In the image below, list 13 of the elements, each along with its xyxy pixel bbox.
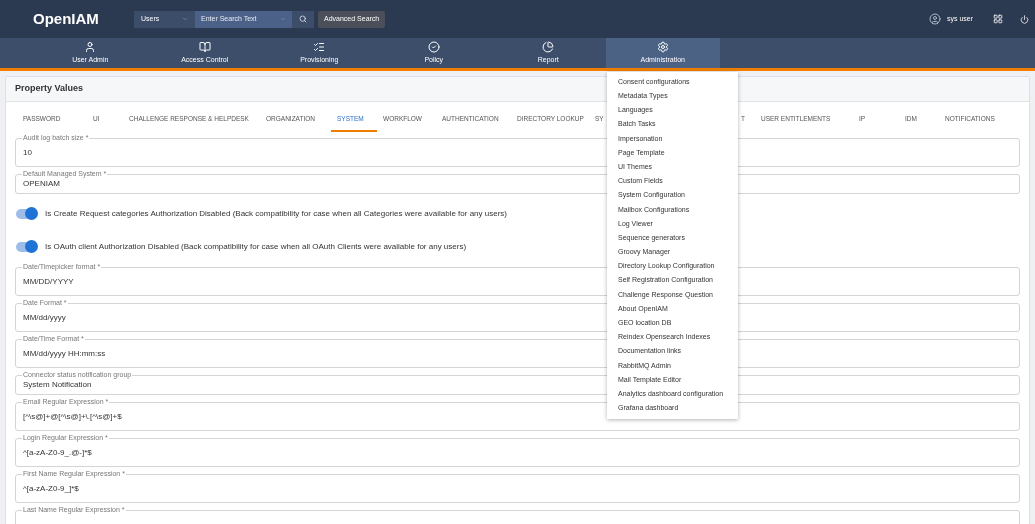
field-value: System Notification [23,379,92,391]
field-value: ^[a-zA-Z0-9_.@-]*$ [23,446,92,459]
field-value: MM/DD/YYYY [23,275,74,288]
toggle-label: Is Create Request categories Authorization Disabled (Back compatibility for case when all Categories were available for any users) [45,208,507,220]
field-value: 10 [23,146,32,159]
field-value: OPENIAM [23,178,60,190]
panel-title: Property Values [15,82,84,96]
field-value: MM/dd/yyyy [23,311,66,324]
field-value: ^[a-zA-Z0-9_]*$ [23,482,79,495]
logo: OpenIAM [33,8,100,29]
field-value: [^\s@]+@[^\s@]+\.[^\s@]+$ [23,410,122,423]
toggle-label: Is OAuth client Authorization Disabled (Back compatibility for case when all OAuth Clients were available for any users) [45,241,467,253]
field-value: MM/dd/yyyy HH:mm:ss [23,347,106,360]
